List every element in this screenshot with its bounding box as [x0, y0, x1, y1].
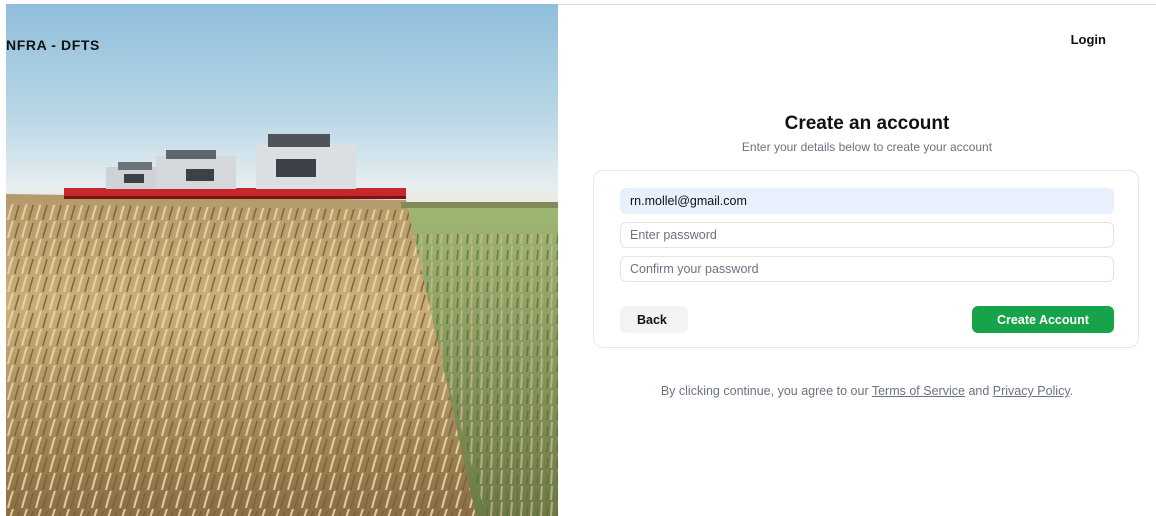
brand-title: NFRA - DFTS [6, 37, 100, 53]
signup-form-card: Back Create Account [593, 170, 1139, 348]
page-title: Create an account [784, 113, 950, 134]
login-link[interactable]: Login [1071, 32, 1106, 47]
top-divider [558, 4, 1156, 5]
page-subtitle: Enter your details below to create your … [741, 140, 993, 154]
legal-conjunction: and [968, 384, 990, 398]
legal-notice: By clicking continue, you agree to our T… [620, 383, 1114, 400]
email-field[interactable] [620, 188, 1114, 214]
hero-image: NFRA - DFTS [6, 4, 558, 516]
password-field[interactable] [620, 222, 1114, 248]
privacy-policy-link[interactable]: Privacy Policy [993, 384, 1070, 398]
wheat-field-illustration [6, 134, 558, 516]
back-button[interactable]: Back [620, 306, 688, 333]
legal-prefix: By clicking continue, you agree to our [660, 384, 869, 398]
legal-suffix: . [1069, 384, 1074, 398]
combine-harvester [64, 134, 406, 199]
confirm-password-field[interactable] [620, 256, 1114, 282]
terms-of-service-link[interactable]: Terms of Service [872, 384, 965, 398]
create-account-button[interactable]: Create Account [972, 306, 1114, 333]
